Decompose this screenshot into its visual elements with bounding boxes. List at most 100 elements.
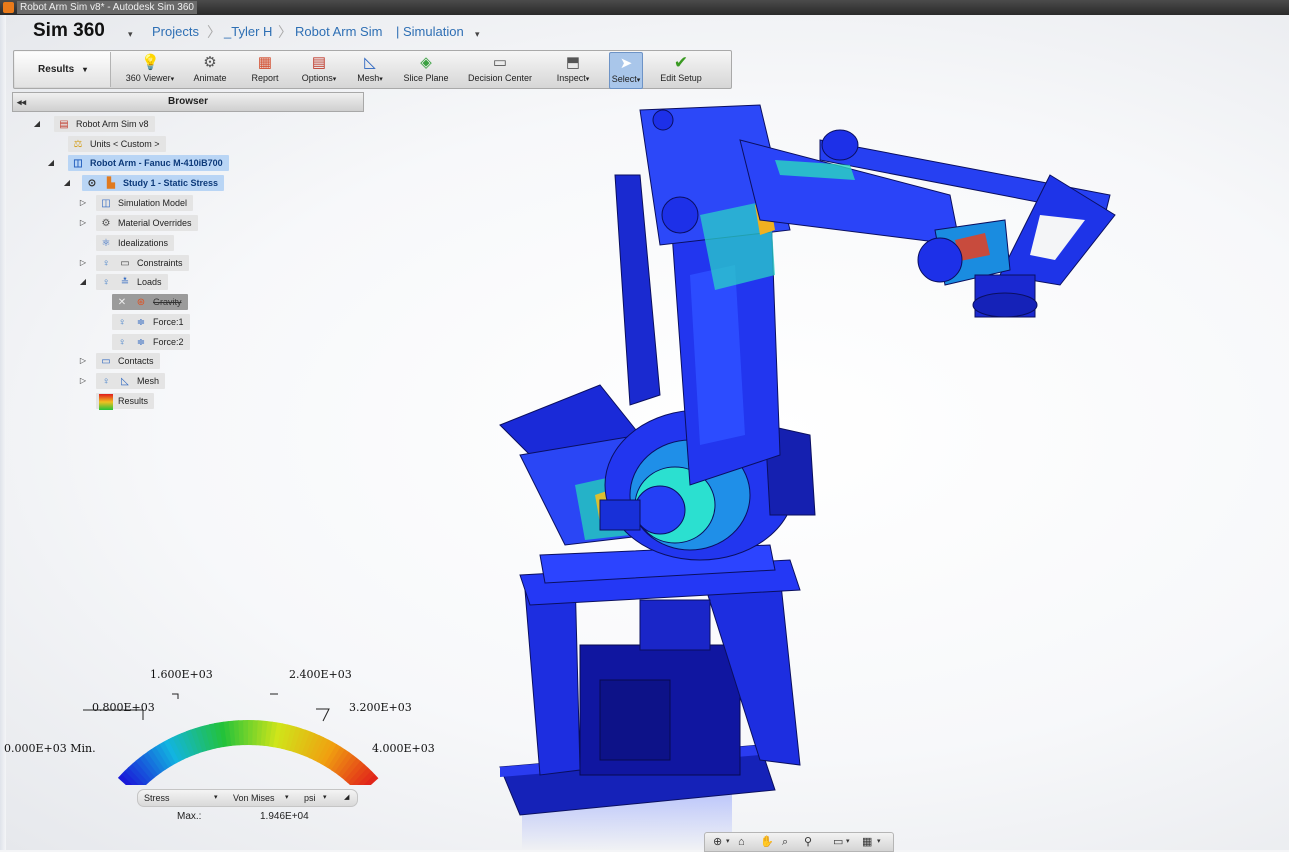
ribbon-toolbar: Results ▾ 💡 360 Viewer▾ ⚙ Animate ▦ Repo… [13,50,732,89]
expand-arrow-icon[interactable]: ◢ [32,116,42,132]
unit-dropdown[interactable]: psi [304,790,316,806]
app-menu-chevron-icon[interactable]: ▾ [128,29,133,40]
tree-node-label[interactable]: ▭ Contacts [96,353,160,369]
tree-node-label[interactable]: ⊙ ▙ Study 1 - Static Stress [82,175,225,192]
legend-label-max: 4.000E+03 [372,742,435,755]
suppressed-x-icon[interactable]: ✕ [115,295,129,311]
static-stress-icon: ▙ [107,178,115,189]
tree-node-label[interactable]: ✕ ⊛ Gravity [112,294,188,310]
window-titlebar: Robot Arm Sim v8* - Autodesk Sim 360 [0,0,1289,15]
viewer-360-button[interactable]: 💡 360 Viewer▾ [122,52,178,87]
max-label: Max.: [177,811,202,822]
expand-arrow-icon[interactable]: ◢ [46,155,56,171]
tree-node-label[interactable]: ⚛ Idealizations [96,235,175,251]
chevron-down-icon: ▾ [82,65,87,74]
result-selector-bar: Stress ▾ Von Mises ▾ psi ▾ ◢ [137,789,358,807]
select-cursor-icon: ➤ [619,55,633,72]
tree-node-label[interactable]: ◫ Robot Arm - Fanuc M-410iB700 [68,155,229,171]
chevron-down-icon[interactable]: ▾ [877,833,881,851]
decision-center-button[interactable]: ▭ Decision Center [466,52,534,87]
tree-node-label[interactable]: ♀ ▭ Constraints [96,255,189,271]
edit-setup-button[interactable]: ✔ Edit Setup [657,52,705,87]
tree-node-label[interactable]: ◫ Simulation Model [96,195,194,211]
units-icon: ⚖ [73,139,83,150]
zoom-window-icon[interactable]: ⚲ [804,833,812,851]
report-icon: ▦ [257,54,273,71]
tree-node-label[interactable]: ♀ ≑ Force:2 [112,334,190,350]
breadcrumb-separator-icon: 〉 [278,24,292,40]
tree-node-label[interactable]: ▤ Robot Arm Sim v8 [54,116,155,132]
select-button[interactable]: ➤ Select▾ [609,52,643,89]
window-title: Robot Arm Sim v8* - Autodesk Sim 360 [17,1,197,14]
max-value: 1.946E+04 [260,811,309,822]
legend-arc-segment [243,720,249,746]
options-button[interactable]: ▤ Options▾ [297,52,341,87]
force-icon: ≑ [136,317,146,328]
navigation-bar: ⊕ ▾ ⌂ ✋ ⌕ ⚲ ▭ ▾ ▦ ▾ [704,832,894,852]
visibility-bulb-icon[interactable]: ♀ [115,315,129,331]
expand-arrow-icon[interactable]: ▷ [78,353,88,369]
result-component-dropdown[interactable]: Von Mises [233,790,275,806]
breadcrumb-workspace[interactable]: | Simulation [396,24,464,39]
report-button[interactable]: ▦ Report [247,52,283,87]
slice-plane-button[interactable]: ◈ Slice Plane [402,52,450,87]
legend-label-4: 3.200E+03 [349,701,412,714]
tree-node-label[interactable]: ⚖ Units < Custom > [68,136,166,152]
chevron-down-icon[interactable]: ▾ [214,790,218,806]
breadcrumb-projects[interactable]: Projects [152,24,199,39]
collapse-panel-icon[interactable]: ◂◂ [17,93,26,111]
expand-arrow-icon[interactable]: ▷ [78,195,88,211]
visibility-bulb-icon[interactable]: ♀ [99,374,113,390]
breadcrumb-project[interactable]: Robot Arm Sim [295,24,382,39]
tree-node-label[interactable]: ♀ ≛ Loads [96,274,168,290]
decision-center-icon: ▭ [492,54,508,71]
legend-color-arc [117,720,379,785]
mode-dropdown[interactable]: Results ▾ [15,52,111,87]
visibility-bulb-icon[interactable]: ♀ [99,275,113,291]
zoom-icon[interactable]: ⌕ [782,833,788,851]
breadcrumb-user[interactable]: _Tyler H [224,24,272,39]
grid-settings-icon[interactable]: ▦ [862,833,872,851]
expand-arrow-icon[interactable]: ▷ [78,255,88,271]
force-icon: ≑ [136,337,146,348]
results-colorbar-icon: ▮ [99,394,113,410]
tree-node-label[interactable]: ⚙ Material Overrides [96,215,198,231]
visibility-bulb-icon[interactable]: ♀ [115,335,129,351]
active-radio-icon[interactable]: ⊙ [85,176,99,192]
breadcrumb-separator-icon: 〉 [207,24,221,40]
animate-button[interactable]: ⚙ Animate [190,52,230,87]
checkmark-icon: ✔ [673,53,689,72]
tree-node-label[interactable]: ♀ ◺ Mesh [96,373,166,390]
visibility-bulb-icon[interactable]: ♀ [99,256,113,272]
simulation-model-icon: ◫ [101,198,111,209]
look-at-icon[interactable]: ⌂ [738,833,745,851]
app-name[interactable]: Sim 360 [33,20,105,42]
orbit-icon[interactable]: ⊕ [713,833,722,851]
workspace-chevron-icon[interactable]: ▾ [475,29,480,40]
inspect-button[interactable]: ⬒ Inspect▾ [553,52,593,87]
options-icon: ▤ [311,54,327,71]
tree-node-label[interactable]: ▮Results [96,393,155,410]
chevron-down-icon[interactable]: ▾ [846,833,850,851]
tree-node-label[interactable]: ♀ ≑ Force:1 [112,314,190,330]
animate-icon: ⚙ [203,54,217,71]
expand-arrow-icon[interactable]: ▷ [78,373,88,389]
mode-label: Results [38,64,75,75]
mesh-button[interactable]: ◺ Mesh▾ [353,52,387,87]
legend-label-3: 2.400E+03 [289,668,352,681]
browser-panel-header[interactable]: ◂◂ Browser [12,92,364,112]
loads-icon: ≛ [120,277,130,288]
chevron-down-icon[interactable]: ▾ [285,790,289,806]
display-settings-icon[interactable]: ▭ [833,833,843,851]
gravity-icon: ⊛ [136,297,146,308]
legend-options-icon[interactable]: ◢ [344,790,349,806]
idealizations-icon: ⚛ [101,238,111,249]
expand-arrow-icon[interactable]: ▷ [78,215,88,231]
expand-arrow-icon[interactable]: ◢ [62,175,72,191]
result-quantity-dropdown[interactable]: Stress [144,790,170,806]
chevron-down-icon[interactable]: ▾ [726,833,730,851]
pan-hand-icon[interactable]: ✋ [760,833,774,851]
chevron-down-icon[interactable]: ▾ [323,790,327,806]
expand-arrow-icon[interactable]: ◢ [78,274,88,290]
contacts-icon: ▭ [101,356,111,367]
